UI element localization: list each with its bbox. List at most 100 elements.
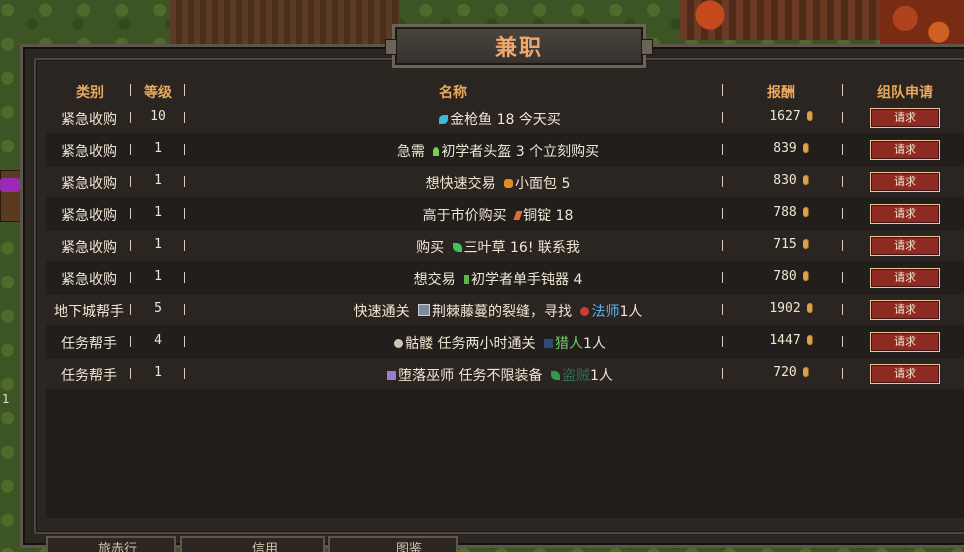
row-level: 1: [154, 237, 162, 252]
row-text-post: 16! 联系我: [505, 240, 580, 256]
coin-icon: [802, 271, 809, 281]
window-title-plate: 兼职: [385, 24, 653, 68]
row-item-name: 金枪鱼: [450, 112, 493, 128]
table-row: 任务帮手 4 骷髅 任务两小时通关 猎人1人 1447 请求: [46, 326, 964, 357]
row-text-post: 4: [569, 272, 583, 288]
request-button[interactable]: 请求: [870, 172, 940, 192]
table-row: 任务帮手 1 堕落巫师 任务不限装备 盗贼1人 720 请求: [46, 358, 964, 389]
table-row: 紧急收购 1 想快速交易 小面包 5 830 请求: [46, 166, 964, 197]
axe-icon: [464, 275, 470, 284]
row-text-post: 18: [551, 208, 574, 224]
coin-icon: [806, 335, 813, 345]
window-title: 兼职: [494, 36, 543, 61]
row-level: 1: [154, 269, 162, 284]
coin-icon: [802, 175, 809, 185]
row-reward: 830: [736, 173, 846, 188]
row-text-post: 任务不限装备: [454, 368, 547, 384]
row-item-name: 骷髅: [405, 336, 434, 352]
coin-icon: [802, 143, 809, 153]
row-reward: 1447: [736, 333, 846, 348]
row-name: 想交易 初学者单手钝器 4: [228, 269, 768, 289]
row-name: 购买 三叶草 16! 联系我: [228, 237, 768, 257]
row-party-count: 1人: [582, 336, 606, 352]
row-name: 高于市价购买 铜锭 18: [228, 205, 768, 225]
request-button[interactable]: 请求: [870, 268, 940, 288]
row-reward: 720: [736, 365, 846, 380]
row-text-pre: 急需: [396, 144, 430, 160]
rift-icon: [418, 304, 431, 316]
row-reward: 1627: [736, 109, 846, 124]
autumn-tree: [680, 0, 740, 30]
row-reward: 1902: [736, 301, 846, 316]
row-class-name: 法师: [591, 304, 620, 320]
row-category: 地下城帮手: [54, 304, 124, 320]
tab-credit[interactable]: 信用: [180, 536, 325, 552]
row-category: 紧急收购: [61, 272, 117, 288]
row-level: 10: [150, 109, 166, 124]
request-button[interactable]: 请求: [870, 108, 940, 128]
row-level: 5: [154, 301, 162, 316]
table-header: 类别 等级 名称 报酬 组队申请: [46, 78, 964, 102]
row-name: 堕落巫师 任务不限装备 盗贼1人: [228, 365, 768, 385]
side-number: 1: [2, 392, 10, 406]
row-item-name: 初学者头盔: [441, 144, 512, 160]
row-item-name: 初学者单手钝器: [471, 272, 570, 288]
row-item-name: 小面包: [515, 176, 558, 192]
request-button[interactable]: 请求: [870, 300, 940, 320]
row-item-name: 三叶草: [463, 240, 506, 256]
row-category: 任务帮手: [61, 368, 117, 384]
row-text-pre: 高于市价购买: [422, 208, 512, 224]
row-text-post: 任务两小时通关: [433, 336, 540, 352]
row-category: 紧急收购: [61, 176, 117, 192]
row-item-name: 荆棘藤蔓的裂缝: [432, 304, 531, 320]
request-button[interactable]: 请求: [870, 364, 940, 384]
header-name: 名称: [439, 85, 467, 101]
row-text-post: 5: [557, 176, 571, 192]
row-reward: 780: [736, 269, 846, 284]
tab-codex[interactable]: 图鉴: [328, 536, 458, 552]
row-level: 1: [154, 365, 162, 380]
request-button[interactable]: 请求: [870, 140, 940, 160]
header-apply: 组队申请: [877, 85, 933, 101]
header-level: 等级: [144, 85, 172, 101]
house-roof: [170, 0, 400, 49]
skull-icon: [394, 339, 404, 348]
row-name: 骷髅 任务两小时通关 猎人1人: [228, 333, 768, 353]
coin-icon: [802, 367, 809, 377]
row-category: 紧急收购: [61, 240, 117, 256]
request-button[interactable]: 请求: [870, 236, 940, 256]
row-party-count: 1人: [619, 304, 643, 320]
row-reward: 715: [736, 237, 846, 252]
row-item-name: 铜锭: [523, 208, 552, 224]
herb-icon: [452, 243, 462, 252]
request-button[interactable]: 请求: [870, 332, 940, 352]
thief-icon: [550, 371, 560, 380]
request-button[interactable]: 请求: [870, 204, 940, 224]
row-text-pre: 购买: [416, 240, 449, 256]
row-name: 金枪鱼 18 今天买: [228, 109, 768, 129]
row-name: 急需 初学者头盔 3 个立刻购买: [228, 141, 768, 161]
table-row: 紧急收购 1 购买 三叶草 16! 联系我 715 请求: [46, 230, 964, 261]
row-text-post: 3 个立刻购买: [511, 144, 600, 160]
table-row: 紧急收购 1 急需 初学者头盔 3 个立刻购买 839 请求: [46, 134, 964, 165]
table-row: 紧急收购 10 金枪鱼 18 今天买 1627 请求: [46, 102, 964, 133]
row-text-pre: 想快速交易: [425, 176, 501, 192]
row-category: 紧急收购: [61, 112, 117, 128]
ingot-icon: [513, 211, 523, 220]
row-category: 紧急收购: [61, 144, 117, 160]
row-class-name: 盗贼: [561, 368, 590, 384]
table-row: 紧急收购 1 想交易 初学者单手钝器 4 780 请求: [46, 262, 964, 293]
row-category: 紧急收购: [61, 208, 117, 224]
table-row: 紧急收购 1 高于市价购买 铜锭 18 788 请求: [46, 198, 964, 229]
row-level: 1: [154, 141, 162, 156]
row-reward: 839: [736, 141, 846, 156]
row-name: 快速通关 荆棘藤蔓的裂缝，寻找 法师1人: [228, 301, 768, 321]
coin-icon: [802, 239, 809, 249]
header-reward: 报酬: [767, 85, 795, 101]
job-table: 类别 等级 名称 报酬 组队申请 紧急收购 10 金枪鱼 18 今天买 1627 请求紧…: [46, 78, 964, 518]
tab-travel[interactable]: 旅赤行: [46, 536, 176, 552]
row-level: 4: [154, 333, 162, 348]
header-category: 类别: [76, 85, 104, 101]
row-name: 想快速交易 小面包 5: [228, 173, 768, 193]
row-level: 1: [154, 173, 162, 188]
